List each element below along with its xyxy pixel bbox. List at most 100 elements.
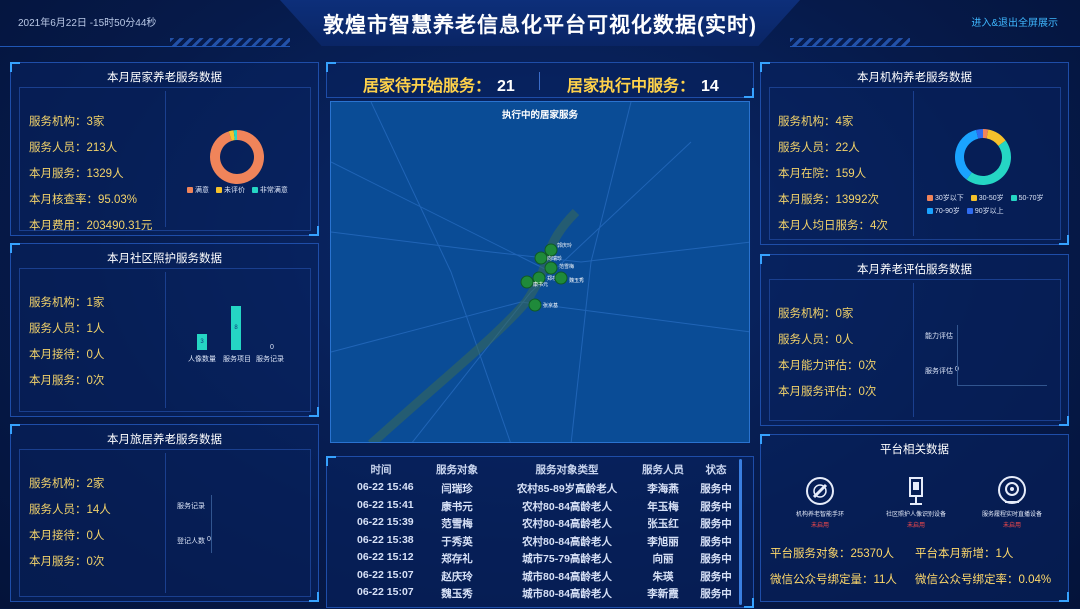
table-cell: 城市80-84高龄老人 bbox=[522, 570, 612, 583]
institution-care-stat: 本月在院：159人 bbox=[778, 168, 867, 180]
table-cell: 李新霞 bbox=[647, 588, 679, 600]
satisfaction-donut-chart bbox=[210, 130, 264, 184]
table-cell: 李旭丽 bbox=[647, 535, 679, 548]
age-legend-row1: 30岁以下 30-50岁 50-70岁 bbox=[927, 193, 1044, 203]
col-header: 服务人员 bbox=[642, 464, 684, 476]
assessment-panel: 本月养老评估服务数据 服务机构：0家 服务人员：0人 本月能力评估：0次 本月服… bbox=[760, 254, 1069, 426]
device-status: 未启用 bbox=[810, 523, 829, 529]
running-service-label: 居家执行中服务： bbox=[567, 78, 696, 95]
age-legend-row2: 70-90岁 90岁以上 bbox=[927, 206, 1004, 216]
table-row[interactable]: 06-22 15:46 闫瑞珍 农村85-89岁高龄老人 李海燕 服务中 bbox=[327, 481, 747, 498]
legend-label: 30岁以下 bbox=[935, 195, 964, 202]
table-row[interactable]: 06-22 15:07 魏玉秀 城市80-84高龄老人 李新霞 服务中 bbox=[327, 586, 747, 603]
running-service-counter: 居家执行中服务： 14 bbox=[567, 72, 719, 96]
device-live-stream: 服务履程实时直播设备 未启用 bbox=[974, 475, 1050, 529]
device-face-recognition: 社区照护人像识别设备 未启用 bbox=[878, 475, 954, 529]
assessment-divider bbox=[913, 283, 914, 417]
table-cell: 06-22 15:46 bbox=[357, 481, 414, 493]
device-smart-bracelet: 机构养老智能手环 未启用 bbox=[785, 475, 855, 529]
table-cell: 范雪梅 bbox=[441, 518, 473, 530]
home-care-panel: 本月居家养老服务数据 服务机构：3家 服务人员：213人 本月服务：1329人 … bbox=[10, 62, 319, 236]
travel-care-stat: 本月接待：0人 bbox=[29, 530, 105, 542]
travel-care-title: 本月旅居养老服务数据 bbox=[107, 434, 222, 446]
face-recognition-terminal-icon bbox=[909, 477, 923, 505]
institution-care-stat: 服务机构：4家 bbox=[778, 116, 854, 128]
legend-label: 满意 bbox=[195, 187, 209, 194]
table-cell: 张玉红 bbox=[647, 518, 679, 530]
table-cell: 服务中 bbox=[700, 500, 732, 513]
bar-label: 服务记录 bbox=[256, 356, 284, 363]
assessment-inner bbox=[769, 279, 1061, 421]
pending-service-label: 居家待开始服务： bbox=[363, 78, 492, 95]
platform-stat: 微信公众号绑定率：0.04% bbox=[915, 574, 1052, 586]
map-marker-label: 郭庆玲 bbox=[557, 242, 572, 249]
bar-service-records-value: 0 bbox=[270, 344, 274, 351]
map-marker[interactable] bbox=[544, 261, 558, 275]
legend-label: 非常满意 bbox=[259, 187, 288, 194]
travel-row-label: 登记人数 bbox=[177, 538, 205, 545]
fullscreen-toggle-link[interactable]: 进入&退出全屏展示 bbox=[971, 14, 1058, 29]
table-cell: 李海燕 bbox=[647, 483, 679, 495]
institution-care-panel: 本月机构养老服务数据 服务机构：4家 服务人员：22人 本月在院：159人 本月… bbox=[760, 62, 1069, 245]
service-map[interactable]: 郭庆玲 向瑞珍 范雪梅 郑存礼 康书元 魏玉秀 张京基 执行中的居家服务 bbox=[330, 101, 750, 443]
map-marker[interactable] bbox=[534, 251, 548, 265]
table-scrollbar[interactable] bbox=[739, 459, 742, 605]
travel-care-divider bbox=[165, 453, 166, 593]
table-cell: 06-22 15:39 bbox=[357, 516, 414, 528]
pending-service-counter: 居家待开始服务： 21 bbox=[363, 72, 515, 96]
institution-care-divider bbox=[913, 91, 914, 236]
legend-label: 70-90岁 bbox=[935, 208, 960, 215]
travel-axis bbox=[211, 495, 212, 553]
travel-care-stat: 服务人员：14人 bbox=[29, 504, 111, 516]
table-cell: 郑存礼 bbox=[441, 553, 473, 565]
platform-stat: 微信公众号绑定量：11人 bbox=[770, 574, 897, 586]
counter-bar: 居家待开始服务： 21 居家执行中服务： 14 bbox=[326, 62, 754, 98]
device-status: 未启用 bbox=[1002, 523, 1021, 529]
table-row[interactable]: 06-22 15:39 范雪梅 农村80-84高龄老人 张玉红 服务中 bbox=[327, 516, 747, 533]
map-marker-label: 张京基 bbox=[543, 302, 558, 309]
table-cell: 06-22 15:07 bbox=[357, 586, 414, 598]
map-marker[interactable] bbox=[520, 275, 534, 289]
table-cell: 朱瑛 bbox=[652, 570, 674, 583]
service-table: 时间 服务对象 服务对象类型 服务人员 状态 06-22 15:46 闫瑞珍 农村8… bbox=[326, 456, 754, 608]
community-care-stat: 服务机构：1家 bbox=[29, 297, 105, 309]
community-care-divider bbox=[165, 272, 166, 408]
running-service-value: 14 bbox=[701, 78, 719, 95]
bracelet-icon bbox=[806, 477, 834, 505]
bar-service-items: 8 bbox=[231, 306, 241, 350]
table-cell: 06-22 15:38 bbox=[357, 533, 414, 546]
home-care-title: 本月居家养老服务数据 bbox=[107, 72, 222, 84]
map-marker[interactable] bbox=[544, 243, 558, 257]
table-row[interactable]: 06-22 15:38 于秀英 农村80-84高龄老人 李旭丽 服务中 bbox=[327, 534, 747, 551]
table-cell: 服务中 bbox=[700, 588, 732, 600]
camera-icon bbox=[998, 476, 1026, 504]
home-care-divider bbox=[165, 91, 166, 227]
map-marker[interactable] bbox=[528, 298, 542, 312]
assessment-stat: 服务人员：0人 bbox=[778, 334, 854, 346]
table-cell: 魏玉秀 bbox=[441, 588, 473, 600]
travel-care-stat: 服务机构：2家 bbox=[29, 478, 105, 490]
table-cell: 于秀英 bbox=[441, 535, 473, 548]
col-header: 状态 bbox=[705, 464, 727, 476]
home-care-stat: 服务人员：213人 bbox=[29, 142, 118, 154]
map-marker[interactable] bbox=[554, 271, 568, 285]
table-row[interactable]: 06-22 15:07 赵庆玲 城市80-84高龄老人 朱瑛 服务中 bbox=[327, 569, 747, 586]
table-row[interactable]: 06-22 15:12 郑存礼 城市75-79高龄老人 向丽 服务中 bbox=[327, 551, 747, 568]
table-row[interactable]: 06-22 15:41 康书元 农村80-84高龄老人 年玉梅 服务中 bbox=[327, 499, 747, 516]
donut-slice bbox=[955, 129, 979, 180]
community-care-stat: 本月服务：0次 bbox=[29, 375, 105, 387]
device-name: 机构养老智能手环 bbox=[795, 512, 844, 518]
device-status: 未启用 bbox=[906, 523, 925, 529]
table-cell: 农村85-89岁高龄老人 bbox=[516, 483, 618, 495]
community-care-title: 本月社区照护服务数据 bbox=[107, 253, 222, 265]
bar-portrait-count: 3 bbox=[197, 334, 207, 350]
community-care-stat: 服务人员：1人 bbox=[29, 323, 105, 335]
legend-label: 未评价 bbox=[223, 187, 245, 194]
table-cell: 赵庆玲 bbox=[441, 570, 473, 583]
table-cell: 向丽 bbox=[652, 553, 674, 565]
table-cell: 06-22 15:41 bbox=[357, 498, 414, 511]
assessment-stat: 本月服务评估：0次 bbox=[778, 386, 877, 398]
home-care-stat: 本月核查率：95.03% bbox=[29, 194, 138, 206]
pending-service-value: 21 bbox=[497, 78, 515, 95]
map-marker-label: 康书元 bbox=[533, 281, 548, 288]
